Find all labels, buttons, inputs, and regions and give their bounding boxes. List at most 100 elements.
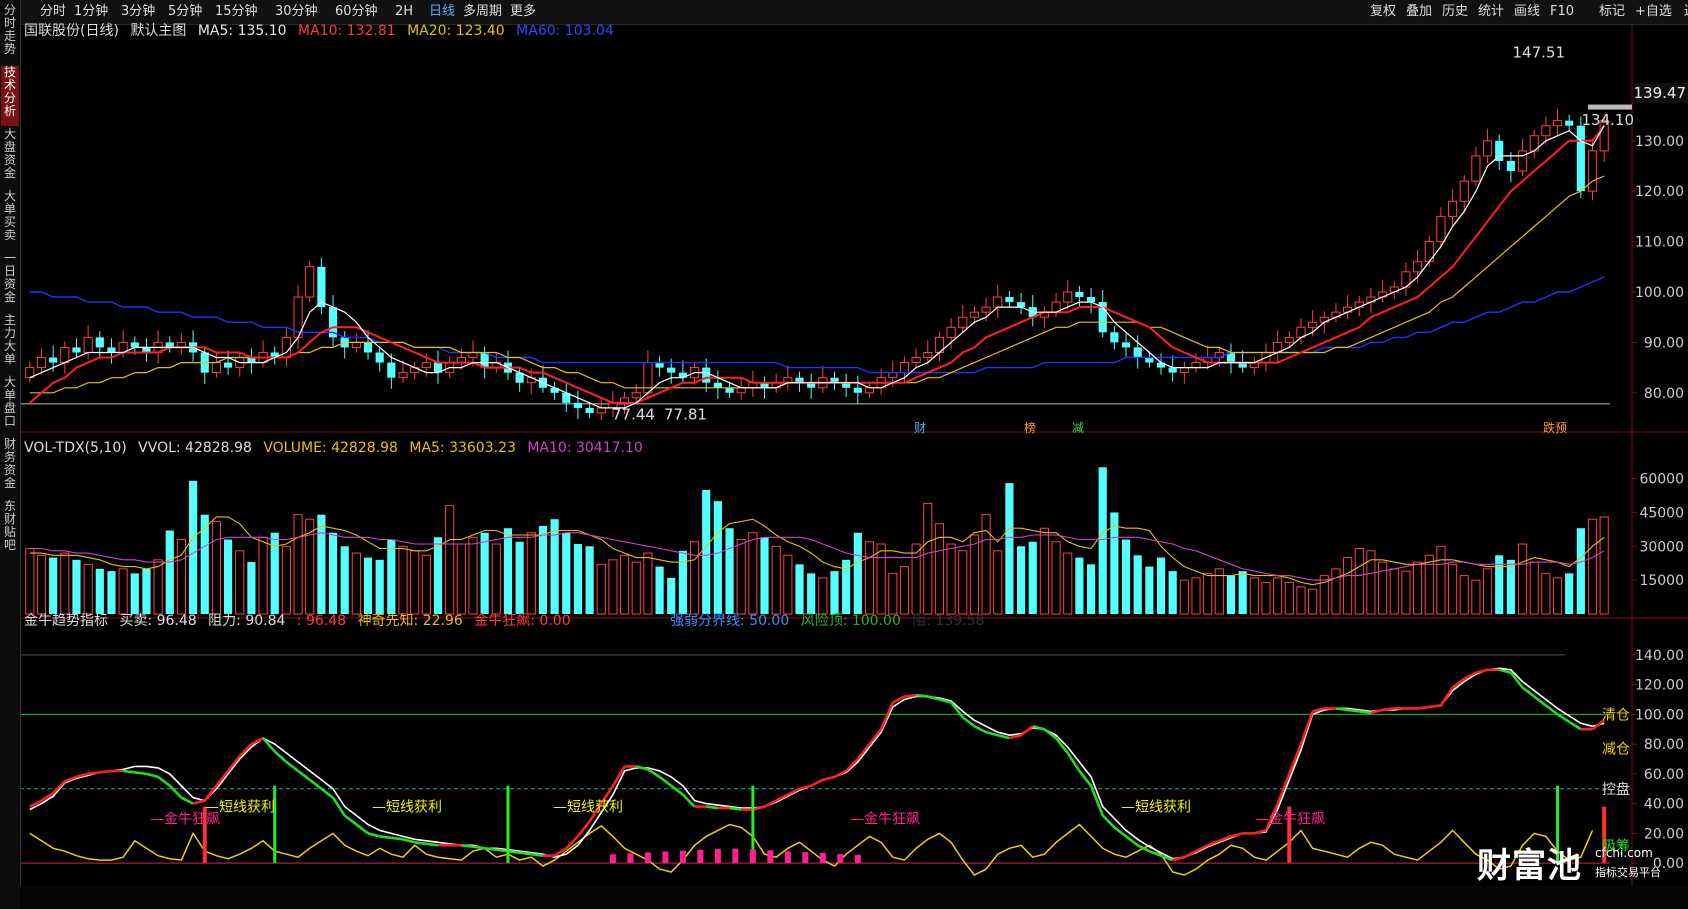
buy-sell-segment	[681, 793, 696, 808]
period-tab-2[interactable]: 3分钟	[121, 4, 155, 20]
buy-sell-segment	[1429, 704, 1442, 709]
sidebar-tab-6[interactable]: 大单盘口	[1, 376, 19, 436]
volume-bar-up	[36, 554, 47, 615]
ma5-label: MA5: 135.10	[197, 23, 287, 39]
duanxian-label-3: —短线获利	[1121, 800, 1191, 816]
volume-bar-down	[1145, 566, 1154, 614]
period-tab-4[interactable]: 15分钟	[215, 4, 258, 20]
event-marker-2: 减	[1072, 421, 1084, 435]
volume-bar-down	[317, 514, 326, 614]
volume-bar-down	[189, 480, 198, 614]
period-tab-0[interactable]: 分时	[40, 4, 66, 20]
buy-sell-segment	[320, 787, 334, 799]
buy-sell-segment	[238, 743, 253, 757]
toolbar-button-0[interactable]: 复权	[1370, 4, 1396, 20]
toolbar-button-8[interactable]: 返回	[1684, 4, 1688, 20]
volume-bar-up	[1378, 561, 1388, 615]
sidebar-tab-0[interactable]: 分时走势	[1, 4, 19, 64]
volume-tick-label: 60000	[1639, 472, 1684, 488]
pink-bar	[714, 848, 721, 864]
buy-sell-segment	[379, 835, 392, 840]
toolbar-button-3[interactable]: 统计	[1478, 4, 1504, 20]
sidebar-tab-4[interactable]: 一日资金	[1, 252, 19, 312]
candle-body-up	[60, 346, 70, 364]
volume-bar-up	[351, 552, 361, 615]
candle-body-down	[223, 362, 233, 368]
candle-body-up	[1284, 336, 1294, 343]
indicator-name[interactable]: 金牛趋势指标	[24, 613, 108, 629]
buy-sell-segment	[402, 838, 415, 844]
sidebar-tab-1[interactable]: 技术分析	[1, 66, 19, 126]
sidebar-tab-5[interactable]: 主力大单	[1, 314, 19, 374]
buy-sell-segment	[355, 823, 369, 835]
candle-body-up	[923, 351, 933, 359]
period-tab-6[interactable]: 60分钟	[335, 4, 378, 20]
volume-bar-down	[247, 562, 256, 614]
candle-body-down	[1075, 292, 1084, 298]
duanxian-label-1: —短线获利	[372, 800, 442, 816]
volume-bar-up	[876, 543, 886, 615]
period-tab-1[interactable]: 1分钟	[74, 4, 108, 20]
period-tab-9[interactable]: 多周期	[463, 4, 502, 20]
ma10-label: MA10: 132.81	[298, 23, 396, 39]
candle-body-down	[95, 337, 104, 348]
volume-bar-down	[713, 501, 722, 614]
volume-bar-down	[702, 489, 711, 614]
sidebar-tab-8[interactable]: 东财贴吧	[1, 500, 19, 560]
buy-sell-segment	[87, 771, 100, 776]
stock-name-label[interactable]: 国联股份(日线)	[24, 23, 119, 39]
buy-sell-segment	[1172, 855, 1185, 862]
buy-sell-segment	[426, 842, 439, 847]
event-marker-3: 跌预	[1543, 420, 1567, 435]
buy-sell-segment	[414, 841, 427, 846]
volume-bar-down	[130, 573, 139, 614]
buy-sell-segment	[635, 765, 649, 771]
volume-bar-up	[596, 563, 606, 615]
volume-bar-up	[1541, 572, 1551, 615]
candle-body-up	[899, 362, 910, 374]
period-tab-5[interactable]: 30分钟	[275, 4, 318, 20]
sidebar-tab-7[interactable]: 财务资金	[1, 438, 19, 498]
shenqi-line	[29, 823, 1594, 876]
candle-body-up	[946, 326, 956, 338]
volume-bar-up	[293, 514, 303, 615]
candle-body-down	[667, 367, 676, 373]
volume-bar-up	[211, 520, 222, 615]
volume-bar-down	[340, 546, 349, 614]
period-tab-10[interactable]: 更多	[510, 4, 536, 20]
candle-body-up	[1587, 150, 1598, 192]
buy-sell-segment	[1299, 710, 1314, 745]
period-tab-3[interactable]: 5分钟	[168, 4, 202, 20]
toolbar-button-7[interactable]: +自选	[1635, 4, 1672, 20]
vvol-label: VVOL: 42828.98	[138, 440, 252, 456]
sidebar-tab-3[interactable]: 大单买卖	[1, 190, 19, 250]
fengxian-label: 风险顶: 100.00	[800, 613, 901, 629]
volume-bar-down	[1098, 467, 1107, 614]
main-template-label[interactable]: 默认主图	[130, 23, 186, 39]
toolbar-button-6[interactable]: 标记	[1599, 4, 1625, 20]
volume-bar-up	[1482, 568, 1493, 615]
sidebar-tab-2[interactable]: 大盘资金	[1, 128, 19, 188]
buy-sell-segment	[927, 695, 940, 701]
volume-bar-up	[398, 545, 408, 615]
volume-bar-up	[643, 552, 653, 615]
toolbar-button-2[interactable]: 历史	[1442, 4, 1468, 20]
buy-sell-segment	[531, 852, 544, 857]
toolbar-button-1[interactable]: 叠加	[1406, 4, 1432, 20]
volume-bar-up	[1249, 577, 1259, 615]
volume-bar-up	[1587, 518, 1598, 615]
volume-bar-down	[538, 525, 548, 614]
indicator-legend-right: 强弱分界线: 50.00 风险顶: 100.00 阻: 139.58	[670, 612, 991, 630]
volume-bar-down	[807, 573, 816, 614]
period-tab-8[interactable]: 日线	[429, 4, 455, 20]
toolbar-button-4[interactable]: 画线	[1514, 4, 1540, 20]
buy-sell-segment	[706, 805, 719, 810]
candle-body-up	[36, 357, 47, 369]
vol-ma10-label: MA10: 30417.10	[527, 440, 643, 456]
toolbar-button-5[interactable]: F10	[1550, 4, 1574, 20]
candle-body-up	[398, 372, 408, 379]
volume-bar-down	[585, 546, 594, 614]
vol-indicator-name[interactable]: VOL-TDX(5,10)	[24, 440, 127, 456]
period-tab-7[interactable]: 2H	[395, 4, 413, 20]
volume-bar-up	[445, 505, 455, 615]
